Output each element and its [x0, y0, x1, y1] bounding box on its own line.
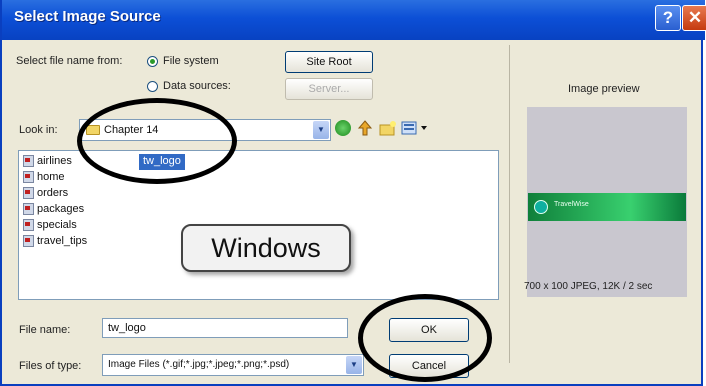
select-image-source-dialog: Select Image Source ? ✕ Select file name…	[0, 0, 706, 386]
html-file-icon	[23, 187, 34, 200]
select-from-label: Select file name from:	[16, 55, 123, 67]
chevron-down-icon[interactable]: ▼	[313, 121, 329, 139]
logo-text: TravelWise	[554, 201, 589, 208]
html-file-icon	[23, 203, 34, 216]
files-of-type-label: Files of type:	[19, 360, 82, 372]
server-button[interactable]: Server...	[285, 78, 373, 100]
html-file-icon	[23, 155, 34, 168]
image-info-text: 700 x 100 JPEG, 12K / 2 sec	[524, 281, 653, 292]
image-preview-panel: Image preview TravelWise 700 x 100 JPEG,…	[509, 45, 699, 363]
list-item[interactable]: orders	[23, 187, 68, 203]
list-item[interactable]: airlines	[23, 155, 72, 171]
image-preview-heading: Image preview	[568, 83, 640, 95]
close-icon[interactable]: ✕	[682, 5, 706, 31]
logo-image: TravelWise	[528, 193, 686, 221]
list-item[interactable]: specials	[23, 219, 77, 235]
html-file-icon	[23, 235, 34, 248]
site-root-button[interactable]: Site Root	[285, 51, 373, 73]
list-item[interactable]: home	[23, 171, 65, 187]
look-in-label: Look in:	[19, 124, 58, 136]
logo-globe-icon	[534, 200, 548, 214]
up-folder-icon[interactable]	[357, 120, 373, 136]
help-icon[interactable]: ?	[655, 5, 681, 31]
html-file-icon	[23, 219, 34, 232]
html-file-icon	[23, 171, 34, 184]
file-system-radio[interactable]	[147, 56, 158, 67]
view-menu-icon[interactable]	[401, 120, 431, 136]
file-name-label: File name:	[19, 324, 71, 336]
title-bar: Select Image Source ? ✕	[2, 0, 706, 40]
look-in-highlight-ring	[77, 98, 237, 184]
data-sources-label: Data sources:	[163, 80, 231, 92]
files-of-type-dropdown[interactable]: Image Files (*.gif;*.jpg;*.jpeg;*.png;*.…	[102, 354, 364, 376]
data-sources-radio[interactable]	[147, 81, 158, 92]
image-preview-box: TravelWise	[527, 107, 687, 297]
list-item[interactable]: packages	[23, 203, 84, 219]
screenshot-stage: Select Image Source ? ✕ Select file name…	[0, 0, 706, 386]
ok-highlight-ring	[358, 294, 492, 382]
files-of-type-value: Image Files (*.gif;*.jpg;*.jpeg;*.png;*.…	[108, 359, 290, 370]
windows-callout: Windows	[181, 224, 351, 272]
file-system-label: File system	[163, 55, 219, 67]
list-item[interactable]: travel_tips	[23, 235, 87, 251]
new-folder-icon[interactable]	[379, 120, 396, 136]
file-name-field[interactable]: tw_logo	[102, 318, 348, 338]
back-icon[interactable]	[335, 120, 351, 136]
chevron-down-icon[interactable]: ▼	[346, 356, 362, 374]
dialog-title: Select Image Source	[14, 8, 161, 25]
